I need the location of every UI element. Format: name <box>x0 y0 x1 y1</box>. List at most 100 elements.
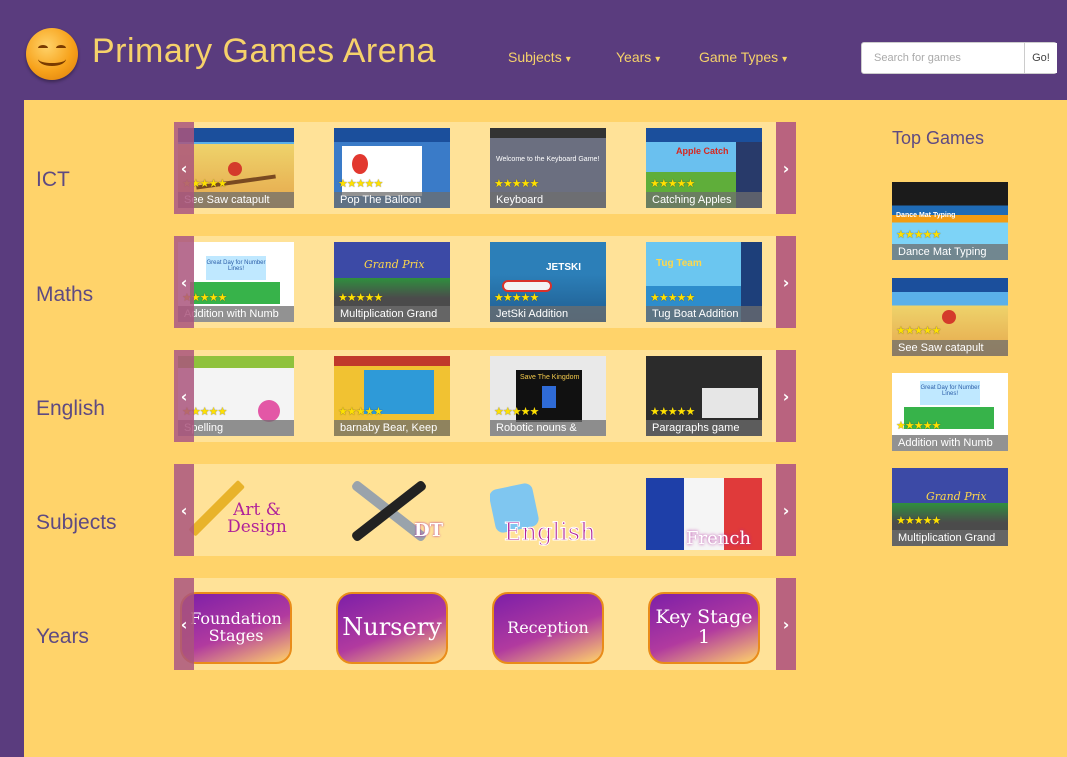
year-tile[interactable]: Nursery <box>334 584 450 664</box>
subject-tile-art[interactable]: Art & Design <box>178 470 294 550</box>
rating-stars: ★★★★★ <box>338 177 383 190</box>
thumb-banner <box>178 356 294 368</box>
game-tile[interactable]: JETSKI ★★★★★ JetSki Addition <box>490 242 606 322</box>
carousel-next-button[interactable]: › <box>776 578 796 670</box>
rating-stars: ★★★★★ <box>896 514 941 527</box>
search-input[interactable] <box>862 43 1024 73</box>
nav-subjects-label: Subjects <box>508 49 562 65</box>
carousel-ict: ★★★★★ See Saw catapult ★★★★★ Pop The Bal… <box>174 122 796 214</box>
year-label: Foundation Stages <box>180 592 292 664</box>
carousel-prev-button[interactable]: ‹ <box>174 122 194 214</box>
search-box: Go! <box>861 42 1057 74</box>
caret-down-icon: ▾ <box>655 54 661 65</box>
thumb-banner <box>334 356 450 366</box>
game-caption: See Saw catapult <box>178 192 294 208</box>
row-label-subjects: Subjects <box>36 511 117 534</box>
top-game-tile[interactable]: Dance Mat Typing ★★★★★ Dance Mat Typing <box>892 182 1008 260</box>
rating-stars: ★★★★★ <box>338 291 383 304</box>
rating-stars: ★★★★★ <box>650 405 695 418</box>
smiley-logo-icon[interactable] <box>26 28 78 80</box>
row-label-ict: ICT <box>36 168 70 191</box>
carousel-maths: Great Day for Number Lines! ★★★★★ Additi… <box>174 236 796 328</box>
game-tile[interactable]: Apple Catch ★★★★★ Catching Apples <box>646 128 762 208</box>
thumb-banner <box>334 128 450 142</box>
carousel-english: ★★★★★ Spelling ★★★★★ barnaby Bear, Keep … <box>174 350 796 442</box>
carousel-next-button[interactable]: › <box>776 236 796 328</box>
year-tile[interactable]: Reception <box>490 584 606 664</box>
caret-down-icon: ▾ <box>782 54 788 65</box>
logo-smile <box>38 52 66 66</box>
site-title[interactable]: Primary Games Arena <box>92 32 436 71</box>
thumb-balloon <box>352 154 368 174</box>
thumb-text: Dance Mat Typing <box>896 212 956 219</box>
game-tile[interactable]: Tug Team ★★★★★ Tug Boat Addition <box>646 242 762 322</box>
year-label: Nursery <box>336 592 448 664</box>
game-tile[interactable]: Welcome to the Keyboard Game! ★★★★★ Keyb… <box>490 128 606 208</box>
game-caption: Addition with Numb <box>892 435 1008 451</box>
subject-tile-french[interactable]: French <box>646 470 762 550</box>
year-tile[interactable]: Foundation Stages <box>178 584 294 664</box>
game-tile[interactable]: ★★★★★ Pop The Balloon <box>334 128 450 208</box>
game-tile[interactable]: ★★★★★ Paragraphs game <box>646 356 762 436</box>
thumb-robot <box>542 386 556 408</box>
game-caption: Robotic nouns & <box>490 420 606 436</box>
game-caption: Spelling <box>178 420 294 436</box>
top-games-title: Top Games <box>892 128 985 148</box>
rating-stars: ★★★★★ <box>650 177 695 190</box>
game-caption: Addition with Numb <box>178 306 294 322</box>
game-caption: See Saw catapult <box>892 340 1008 356</box>
logo-eye <box>56 45 66 51</box>
carousel-next-button[interactable]: › <box>776 122 796 214</box>
subject-label: French <box>686 528 752 549</box>
year-tile[interactable]: Key Stage 1 <box>646 584 762 664</box>
game-tile[interactable]: Save The Kingdom ★★★★★ Robotic nouns & <box>490 356 606 436</box>
nav-game-types[interactable]: Game Types ▾ <box>699 49 787 65</box>
game-caption: Multiplication Grand <box>892 530 1008 546</box>
game-tile[interactable]: ★★★★★ Spelling <box>178 356 294 436</box>
rating-stars: ★★★★★ <box>896 324 941 337</box>
nav-subjects[interactable]: Subjects ▾ <box>508 49 571 65</box>
game-tile[interactable]: Grand Prix ★★★★★ Multiplication Grand <box>334 242 450 322</box>
subject-label: English <box>503 518 596 547</box>
game-tile[interactable]: ★★★★★ See Saw catapult <box>178 128 294 208</box>
subject-tile-english[interactable]: English <box>490 470 606 550</box>
caret-down-icon: ▾ <box>565 54 571 65</box>
thumb-text: JETSKI <box>546 262 582 273</box>
thumb-panel <box>702 388 758 418</box>
game-tile[interactable]: Great Day for Number Lines! ★★★★★ Additi… <box>178 242 294 322</box>
thumb-banner <box>490 128 606 138</box>
nav-years-label: Years <box>616 49 652 65</box>
carousel-years: Foundation Stages Nursery Reception Key … <box>174 578 796 670</box>
game-caption: Multiplication Grand <box>334 306 450 322</box>
page-frame: Primary Games Arena Subjects ▾ Years ▾ Gam… <box>0 0 1067 757</box>
game-caption: Dance Mat Typing <box>892 244 1008 260</box>
rating-stars: ★★★★★ <box>494 291 539 304</box>
game-caption: Catching Apples <box>646 192 762 208</box>
game-caption: Keyboard <box>490 192 606 208</box>
row-label-years: Years <box>36 625 89 648</box>
search-go-button[interactable]: Go! <box>1024 43 1057 73</box>
carousel-prev-button[interactable]: ‹ <box>174 578 194 670</box>
subject-tile-dt[interactable]: DT <box>334 470 450 550</box>
thumb-text: Grand Prix <box>364 258 425 271</box>
thumb-text: Save The Kingdom <box>520 374 580 381</box>
top-game-tile[interactable]: ★★★★★ See Saw catapult <box>892 278 1008 356</box>
carousel-prev-button[interactable]: ‹ <box>174 236 194 328</box>
rating-stars: ★★★★★ <box>494 405 539 418</box>
top-game-tile[interactable]: Grand Prix ★★★★★ Multiplication Grand <box>892 468 1008 546</box>
carousel-next-button[interactable]: › <box>776 350 796 442</box>
carousel-next-button[interactable]: › <box>776 464 796 556</box>
thumb-figure <box>942 310 956 324</box>
carousel-prev-button[interactable]: ‹ <box>174 350 194 442</box>
top-game-tile[interactable]: Great Day for Number Lines! ★★★★★ Additi… <box>892 373 1008 451</box>
thumb-text: Great Day for Number Lines! <box>206 256 266 280</box>
carousel-prev-button[interactable]: ‹ <box>174 464 194 556</box>
subject-label: Art & Design <box>227 500 287 537</box>
thumb-figure <box>228 162 242 176</box>
subject-label: DT <box>414 520 444 541</box>
thumb-banner <box>178 128 294 142</box>
game-tile[interactable]: ★★★★★ barnaby Bear, Keep <box>334 356 450 436</box>
rating-stars: ★★★★★ <box>338 405 383 418</box>
thumb-text: Grand Prix <box>926 490 987 503</box>
nav-years[interactable]: Years ▾ <box>616 49 660 65</box>
